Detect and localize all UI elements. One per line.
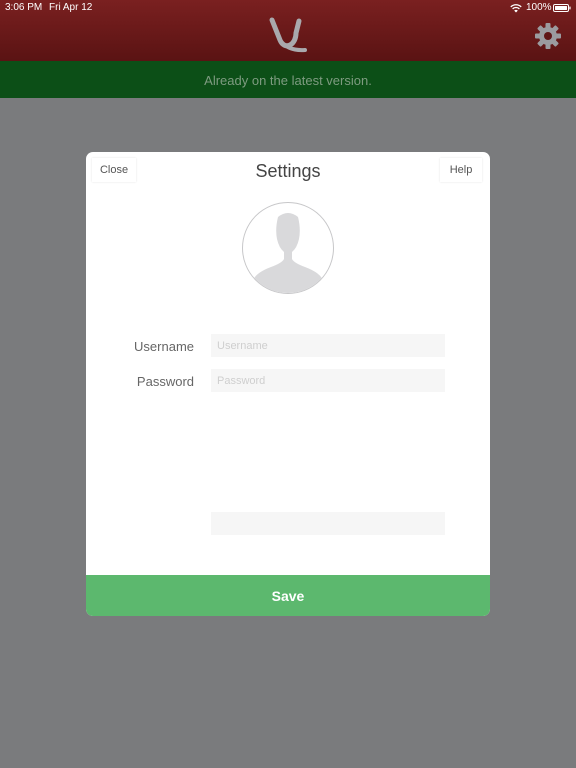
user-silhouette-icon [253,213,323,293]
modal-title: Settings [255,161,321,181]
extra-input[interactable] [211,512,445,535]
password-label: Password [136,374,194,389]
battery-percent: 100% [526,2,552,13]
password-input[interactable] [211,369,445,392]
username-label: Username [134,339,194,354]
status-date: Fri Apr 12 [49,2,93,13]
update-notice-text: Already on the latest version. [204,73,372,88]
status-bar: 3:06 PM Fri Apr 12 100% [0,0,576,16]
gear-icon[interactable] [534,22,562,50]
app-header: 3:06 PM Fri Apr 12 100% [0,0,576,61]
status-time: 3:06 PM [5,2,43,13]
settings-modal: Close Settings Help Username Password Sa… [86,152,490,616]
save-button[interactable]: Save [86,575,490,616]
avatar[interactable] [242,202,334,294]
logo-icon [269,17,307,53]
username-input[interactable] [211,334,445,357]
wifi-icon [510,4,522,13]
help-button[interactable]: Help [440,158,482,182]
update-notice-bar: Already on the latest version. [0,61,576,98]
battery-icon [553,4,571,12]
